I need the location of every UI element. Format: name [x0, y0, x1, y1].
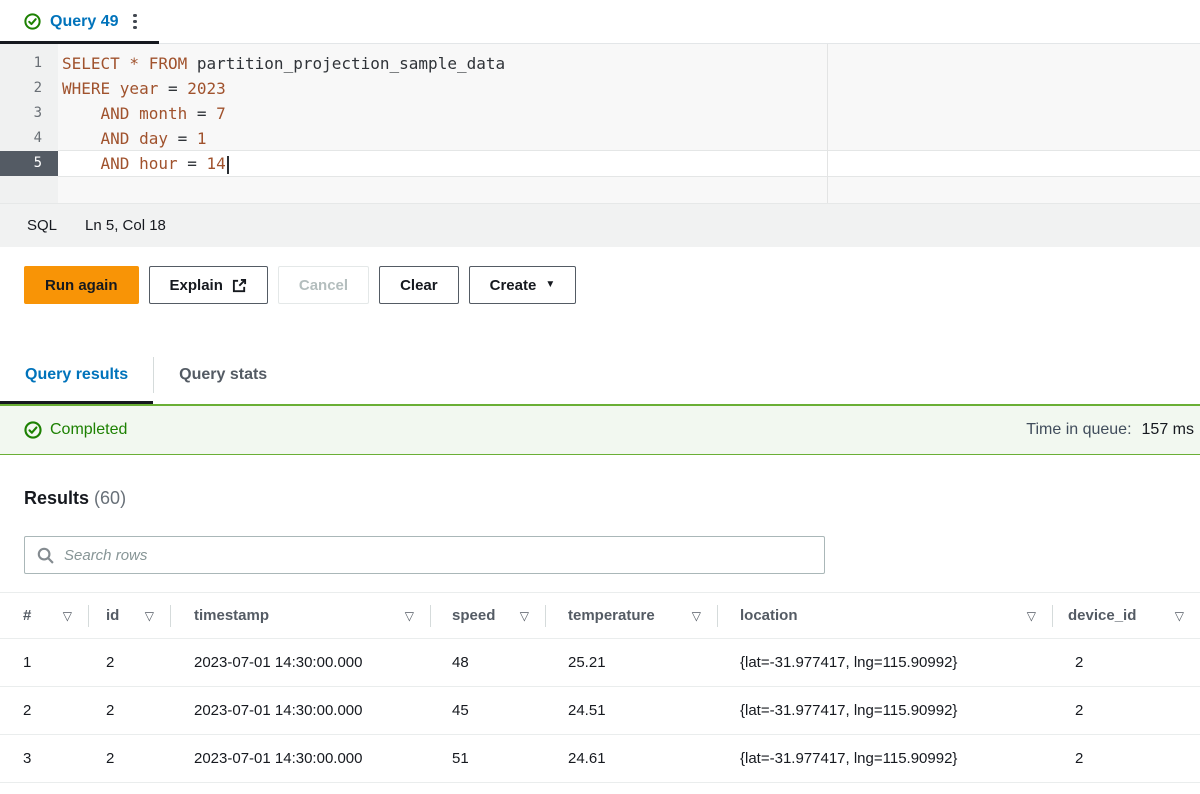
table-cell: 2: [88, 750, 170, 767]
tab-query-stats[interactable]: Query stats: [154, 345, 292, 404]
editor-print-margin: [827, 44, 828, 203]
time-in-queue-label: Time in queue:: [1026, 421, 1131, 439]
column-header-row-number: #▽: [0, 593, 88, 638]
table-cell: 2: [1052, 750, 1200, 767]
external-link-icon: [232, 278, 247, 293]
editor-cursor-position: Ln 5, Col 18: [85, 217, 166, 234]
column-filter-icon[interactable]: ▽: [1027, 610, 1036, 622]
table-cell: 24.51: [545, 702, 717, 719]
table-row: 122023-07-01 14:30:00.0004825.21{lat=-31…: [0, 639, 1200, 687]
column-header-temperature: temperature ▽: [545, 593, 717, 638]
run-again-button[interactable]: Run again: [24, 266, 139, 304]
query-tab[interactable]: Query 49: [0, 0, 159, 43]
code-line-text: AND hour = 14: [58, 151, 1200, 176]
table-cell: 2: [88, 654, 170, 671]
code-line-text: WHERE year = 2023: [58, 76, 1200, 101]
line-number: 2: [0, 76, 58, 101]
column-filter-icon[interactable]: ▽: [1175, 610, 1184, 622]
column-header-label: temperature: [568, 607, 655, 624]
column-header-speed: speed ▽: [430, 593, 545, 638]
table-cell: 2: [0, 702, 88, 719]
text-cursor: [227, 156, 229, 174]
code-line-text: AND month = 7: [58, 101, 1200, 126]
query-success-check-icon: [24, 13, 41, 30]
editor-line: 4 AND day = 1: [0, 126, 1200, 151]
query-status-banner: Completed Time in queue: 157 ms: [0, 404, 1200, 455]
results-count: (60): [94, 488, 126, 508]
table-cell: 2023-07-01 14:30:00.000: [170, 654, 430, 671]
results-table-body: 122023-07-01 14:30:00.0004825.21{lat=-31…: [0, 639, 1200, 783]
results-title: Results: [24, 488, 89, 508]
column-header-label: device_id: [1068, 607, 1136, 624]
time-in-queue-value: 157 ms: [1142, 421, 1194, 439]
table-row: 322023-07-01 14:30:00.0005124.61{lat=-31…: [0, 735, 1200, 783]
table-cell: 25.21: [545, 654, 717, 671]
sql-code-editor[interactable]: 1SELECT * FROM partition_projection_samp…: [0, 44, 1200, 203]
query-action-buttons: Run again Explain Cancel Clear Create ▼: [0, 247, 1200, 304]
table-cell: 2: [88, 702, 170, 719]
table-cell: 51: [430, 750, 545, 767]
search-icon: [37, 547, 54, 564]
column-header-label: id: [106, 607, 119, 624]
column-header-label: #: [23, 607, 31, 624]
table-cell: 2023-07-01 14:30:00.000: [170, 750, 430, 767]
column-header-label: speed: [452, 607, 495, 624]
search-input[interactable]: [64, 547, 812, 564]
line-number: 5: [0, 151, 58, 176]
editor-line: 5 AND hour = 14: [0, 151, 1200, 176]
results-table: #▽id▽timestamp▽speed▽temperature▽locatio…: [0, 592, 1200, 783]
table-cell: 2023-07-01 14:30:00.000: [170, 702, 430, 719]
line-number: 3: [0, 101, 58, 126]
column-header-timestamp: timestamp ▽: [170, 593, 430, 638]
query-tab-menu-icon[interactable]: [127, 10, 143, 34]
query-tab-bar: Query 49: [0, 0, 1200, 44]
clear-button[interactable]: Clear: [379, 266, 459, 304]
column-filter-icon[interactable]: ▽: [520, 610, 529, 622]
completed-check-icon: [24, 421, 42, 439]
create-button[interactable]: Create ▼: [469, 266, 577, 304]
table-cell: 2: [1052, 702, 1200, 719]
editor-language-label: SQL: [27, 217, 57, 234]
editor-line: 3 AND month = 7: [0, 101, 1200, 126]
chevron-down-icon: ▼: [545, 280, 555, 290]
table-cell: 1: [0, 654, 88, 671]
table-cell: 45: [430, 702, 545, 719]
editor-status-bar: SQL Ln 5, Col 18: [0, 203, 1200, 247]
query-tab-title: Query 49: [50, 13, 118, 31]
column-header-id: id ▽: [88, 593, 170, 638]
table-row: 222023-07-01 14:30:00.0004524.51{lat=-31…: [0, 687, 1200, 735]
line-number: 1: [0, 51, 58, 76]
table-cell: 3: [0, 750, 88, 767]
line-number: 4: [0, 126, 58, 151]
athena-query-editor-page: Query 49 1SELECT * FROM partition_projec…: [0, 0, 1200, 794]
search-box: [24, 536, 825, 574]
table-cell: 24.61: [545, 750, 717, 767]
results-heading: Results (60): [24, 488, 1200, 510]
code-line-text: SELECT * FROM partition_projection_sampl…: [58, 51, 1200, 76]
editor-line: 1SELECT * FROM partition_projection_samp…: [0, 51, 1200, 76]
column-filter-icon[interactable]: ▽: [145, 610, 154, 622]
column-filter-icon[interactable]: ▽: [405, 610, 414, 622]
table-cell: {lat=-31.977417, lng=115.90992}: [717, 654, 1052, 671]
table-cell: 48: [430, 654, 545, 671]
table-cell: 2: [1052, 654, 1200, 671]
code-lines: 1SELECT * FROM partition_projection_samp…: [0, 51, 1200, 176]
column-header-label: timestamp: [194, 607, 269, 624]
result-tabs: Query results Query stats: [0, 345, 1200, 404]
results-table-header: #▽id▽timestamp▽speed▽temperature▽locatio…: [0, 593, 1200, 639]
column-filter-icon[interactable]: ▽: [63, 610, 72, 622]
editor-line: 2WHERE year = 2023: [0, 76, 1200, 101]
status-badge: Completed: [50, 421, 127, 439]
tab-query-results[interactable]: Query results: [0, 345, 153, 404]
column-header-label: location: [740, 607, 798, 624]
explain-button[interactable]: Explain: [149, 266, 268, 304]
table-cell: {lat=-31.977417, lng=115.90992}: [717, 702, 1052, 719]
column-filter-icon[interactable]: ▽: [692, 610, 701, 622]
table-cell: {lat=-31.977417, lng=115.90992}: [717, 750, 1052, 767]
cancel-button[interactable]: Cancel: [278, 266, 369, 304]
code-line-text: AND day = 1: [58, 126, 1200, 151]
column-header-location: location ▽: [717, 593, 1052, 638]
column-header-device_id: device_id ▽: [1052, 593, 1200, 638]
